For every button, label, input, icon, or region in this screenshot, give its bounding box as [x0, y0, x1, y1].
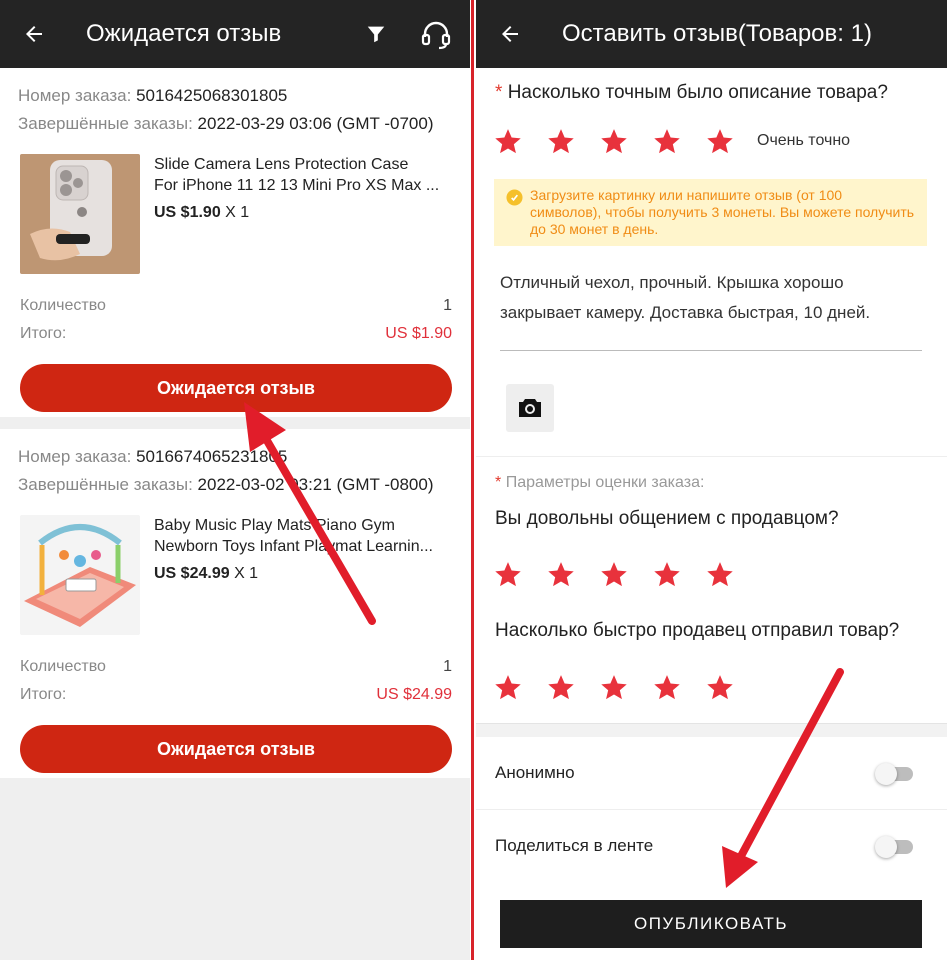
right-app-bar: Оставить отзыв(Товаров: 1) — [476, 0, 947, 68]
anonymous-toggle[interactable] — [875, 761, 915, 785]
add-photo-button[interactable] — [506, 384, 554, 432]
awaiting-review-button[interactable]: Ожидается отзыв — [20, 364, 452, 412]
star-icon[interactable] — [706, 560, 734, 588]
camera-icon — [519, 399, 541, 417]
order-number-row: Номер заказа: 5016425068301805 — [18, 86, 288, 105]
order-number: 5016674065231805 — [136, 447, 288, 466]
quantity-row: Количество 1 — [0, 292, 470, 320]
quantity-value: 1 — [443, 658, 452, 675]
star-icon[interactable] — [600, 673, 628, 701]
product-quantity: X 1 — [234, 565, 259, 582]
share-row: Поделиться в ленте — [476, 810, 947, 882]
quantity-value: 1 — [443, 297, 452, 314]
star-icon[interactable] — [653, 127, 681, 155]
back-arrow-icon[interactable] — [18, 18, 50, 50]
product-quantity: X 1 — [225, 204, 250, 221]
product-price-row: US $1.90 X 1 — [154, 204, 452, 222]
order-completed-row: Завершённые заказы: 2022-03-02 03:21 (GM… — [18, 475, 434, 494]
seller-communication-question: Вы довольны общением с продавцом? — [495, 508, 839, 529]
rating-text: Очень точно — [757, 132, 851, 149]
star-icon[interactable] — [547, 127, 575, 155]
product-image-phone-case[interactable] — [20, 154, 140, 274]
section-gap — [476, 723, 947, 737]
total-value: US $1.90 — [385, 325, 452, 342]
star-group[interactable] — [494, 127, 759, 155]
order-number: 5016425068301805 — [136, 86, 288, 105]
star-icon[interactable] — [494, 560, 522, 588]
quantity-row: Количество 1 — [0, 653, 470, 681]
star-icon[interactable] — [600, 127, 628, 155]
product-name-line2[interactable]: For iPhone 11 12 13 Mini Pro XS Max ... — [154, 175, 452, 196]
product-price: US $24.99 — [154, 565, 230, 582]
star-icon[interactable] — [494, 673, 522, 701]
shipping-speed-rating[interactable] — [476, 642, 947, 701]
anonymous-row: Анонимно — [476, 737, 947, 809]
total-row: Итого: US $1.90 — [0, 320, 470, 348]
star-icon[interactable] — [653, 560, 681, 588]
order-card: Номер заказа: 5016674065231805 Завершённ… — [0, 429, 470, 778]
star-icon[interactable] — [547, 673, 575, 701]
star-icon[interactable] — [547, 560, 575, 588]
publish-button[interactable]: ОПУБЛИКОВАТЬ — [500, 900, 922, 948]
filter-icon[interactable] — [358, 16, 394, 52]
product-name[interactable]: Baby Music Play Mats Piano Gym — [154, 515, 452, 536]
page-title: Ожидается отзыв — [86, 20, 282, 47]
share-label: Поделиться в ленте — [495, 836, 654, 855]
description-accuracy-question: * Насколько точным было описание товара? — [495, 82, 888, 103]
shipping-speed-question: Насколько быстро продавец отправил товар… — [495, 620, 900, 641]
star-icon[interactable] — [494, 127, 522, 155]
star-icon[interactable] — [600, 560, 628, 588]
review-text-input[interactable]: Отличный чехол, прочный. Крышка хорошо з… — [500, 256, 922, 351]
coin-icon — [506, 189, 523, 206]
communication-rating[interactable] — [476, 530, 947, 588]
total-row: Итого: US $24.99 — [0, 681, 470, 709]
awaiting-review-button[interactable]: Ожидается отзыв — [20, 725, 452, 773]
product-name-line2[interactable]: Newborn Toys Infant Playmat Learnin... — [154, 536, 452, 557]
required-asterisk: * — [495, 82, 503, 103]
description-rating[interactable]: Очень точно — [476, 104, 947, 156]
back-arrow-icon[interactable] — [494, 18, 526, 50]
product-row[interactable]: Baby Music Play Mats Piano Gym Newborn T… — [0, 499, 470, 635]
order-number-row: Номер заказа: 5016674065231805 — [18, 447, 288, 466]
product-price: US $1.90 — [154, 204, 221, 221]
order-date: 2022-03-29 03:06 (GMT -0700) — [197, 114, 434, 133]
params-label: * Параметры оценки заказа: — [495, 474, 705, 491]
star-icon[interactable] — [706, 127, 734, 155]
order-card: Номер заказа: 5016425068301805 Завершённ… — [0, 68, 470, 417]
product-image-play-mat[interactable] — [20, 515, 140, 635]
order-divider — [0, 417, 470, 429]
star-icon[interactable] — [706, 673, 734, 701]
headset-icon[interactable] — [418, 16, 454, 52]
product-name[interactable]: Slide Camera Lens Protection Case — [154, 154, 452, 175]
order-completed-row: Завершённые заказы: 2022-03-29 03:06 (GM… — [18, 114, 434, 133]
orders-awaiting-review-screen: Ожидается отзыв Номер заказа: 5016425068… — [0, 0, 470, 960]
order-date: 2022-03-02 03:21 (GMT -0800) — [197, 475, 434, 494]
total-value: US $24.99 — [376, 686, 452, 703]
star-icon[interactable] — [653, 673, 681, 701]
page-title: Оставить отзыв(Товаров: 1) — [562, 20, 872, 47]
anonymous-label: Анонимно — [495, 763, 575, 782]
product-row[interactable]: Slide Camera Lens Protection Case For iP… — [0, 138, 470, 274]
product-price-row: US $24.99 X 1 — [154, 565, 452, 583]
left-app-bar: Ожидается отзыв — [0, 0, 470, 68]
leave-review-screen: Оставить отзыв(Товаров: 1) * Насколько т… — [476, 0, 947, 960]
share-toggle[interactable] — [875, 834, 915, 858]
coins-notice: Загрузите картинку или напишите отзыв (о… — [494, 179, 927, 246]
